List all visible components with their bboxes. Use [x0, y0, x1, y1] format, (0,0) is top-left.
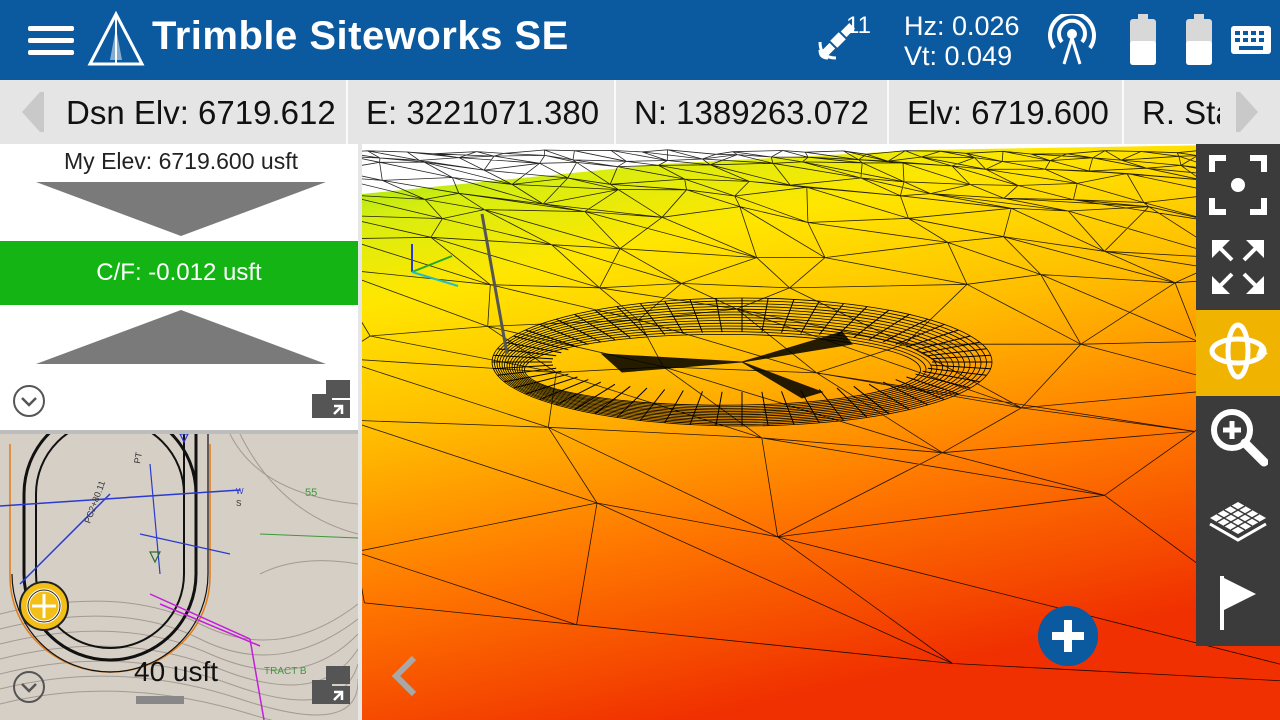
3d-surface-view[interactable]: [362, 144, 1280, 720]
zoom-extents-icon: [1212, 240, 1264, 294]
battery-icon: [1130, 14, 1156, 65]
orbit-icon: [1209, 322, 1268, 380]
info-cell-elevation[interactable]: Elv: 6719.600: [889, 80, 1124, 144]
scroll-left-icon[interactable]: [0, 80, 48, 144]
keyboard-icon[interactable]: [1230, 24, 1272, 56]
swap-view-icon[interactable]: [310, 664, 352, 706]
fill-arrow-icon: [36, 310, 326, 364]
app-header: Trimble Siteworks SE 11 Hz: 0.026 Vt: 0.…: [0, 0, 1280, 80]
chevron-left-icon[interactable]: [388, 650, 422, 702]
surface-display-button[interactable]: [1196, 478, 1280, 560]
add-button[interactable]: [1038, 606, 1098, 666]
svg-text:S: S: [236, 499, 241, 508]
svg-text:W: W: [236, 487, 244, 496]
chevron-down-icon[interactable]: [12, 384, 46, 418]
info-cell-station[interactable]: R. Sta: [1124, 80, 1220, 144]
orbit-button[interactable]: [1196, 310, 1280, 396]
info-cell-easting[interactable]: E: 3221071.380: [348, 80, 616, 144]
cut-arrow-icon: [36, 182, 326, 236]
view-toolbar: [1196, 144, 1280, 646]
flag-icon: [1220, 576, 1256, 630]
swap-view-icon[interactable]: [310, 378, 352, 420]
battery-icon: [1186, 14, 1212, 65]
svg-text:55: 55: [305, 487, 317, 499]
info-strip: Dsn Elv: 6719.612 E: 3221071.380 N: 1389…: [0, 80, 1280, 144]
zoom-in-icon: [1211, 409, 1268, 467]
zoom-extents-button[interactable]: [1196, 226, 1280, 308]
my-elevation: My Elev: 6719.600 usft: [64, 148, 298, 174]
map-scale-label: 40 usft: [134, 656, 219, 687]
map-scale-bar: [136, 696, 184, 704]
cut-fill-panel: My Elev: 6719.600 usft C/F: -0.012 usft: [0, 144, 360, 720]
satellite-count: 11: [846, 12, 871, 39]
svg-text:TRACT B: TRACT B: [264, 666, 307, 677]
trimble-logo: [87, 10, 145, 66]
chevron-down-icon[interactable]: [12, 670, 46, 704]
radio-link-icon[interactable]: [1044, 14, 1100, 66]
hz-precision: Hz: 0.026: [904, 11, 1020, 41]
vt-precision: Vt: 0.049: [904, 41, 1013, 71]
zoom-button[interactable]: [1196, 396, 1280, 478]
flag-button[interactable]: [1196, 560, 1280, 642]
zoom-window-button[interactable]: [1196, 144, 1280, 226]
app-title: Trimble Siteworks SE: [152, 14, 569, 58]
zoom-window-icon: [1209, 155, 1267, 215]
surface-mesh-icon: [1209, 502, 1267, 542]
info-cell-design-elevation[interactable]: Dsn Elv: 6719.612: [48, 80, 348, 144]
info-cell-northing[interactable]: N: 1389263.072: [616, 80, 889, 144]
svg-text:PT: PT: [132, 451, 144, 465]
scroll-right-icon[interactable]: [1234, 80, 1280, 144]
menu-icon[interactable]: [28, 22, 76, 58]
cut-fill-value: C/F: -0.012 usft: [0, 241, 358, 305]
